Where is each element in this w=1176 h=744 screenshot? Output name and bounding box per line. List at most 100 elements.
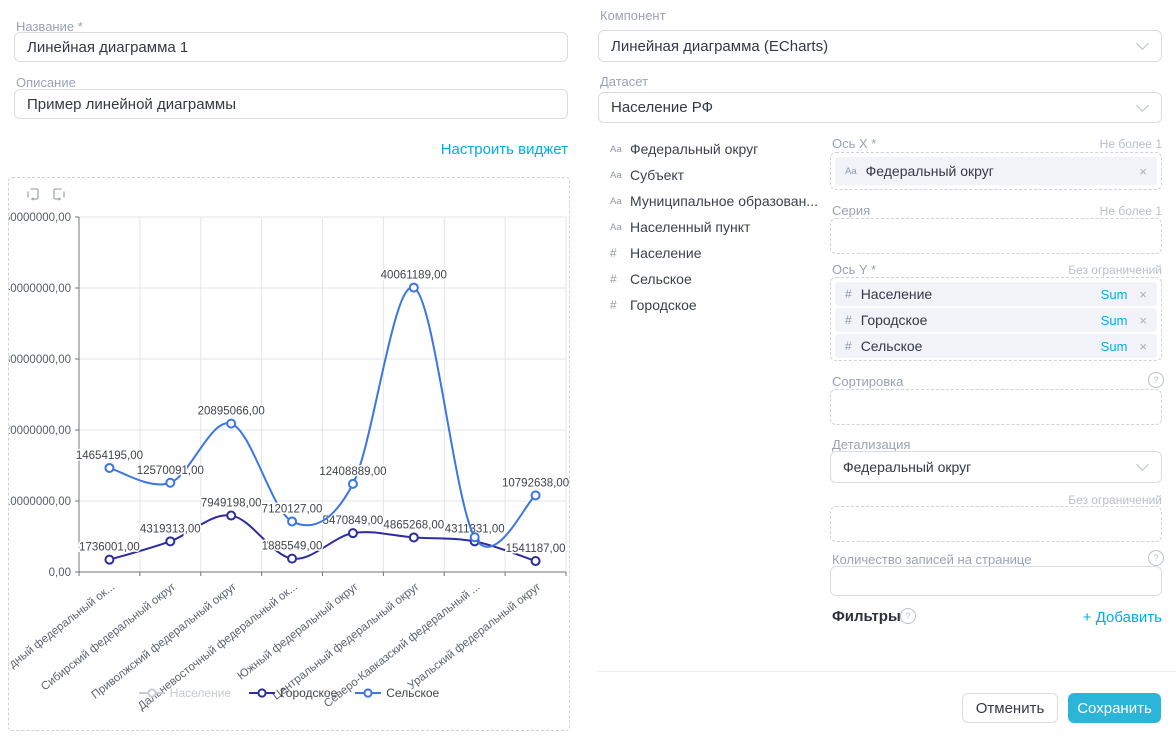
legend-item[interactable]: Население	[139, 686, 231, 700]
page-size-help-icon: ?	[1148, 550, 1164, 566]
svg-text:12408889,00: 12408889,00	[319, 466, 386, 478]
detail-dropzone[interactable]	[830, 506, 1162, 542]
detail-label: Детализация	[832, 437, 910, 452]
x-axis-limit: Не более 1	[830, 137, 1162, 151]
add-filter-link[interactable]: + Добавить	[830, 609, 1162, 626]
svg-text:10792638,00: 10792638,00	[502, 477, 569, 489]
chevron-down-icon	[1136, 99, 1149, 112]
line-chart: 0,0010000000,0020000000,0030000000,00400…	[9, 178, 569, 730]
svg-text:1885549,00: 1885549,00	[262, 541, 323, 553]
number-field-icon: #	[610, 298, 630, 312]
aggregation-selector[interactable]: Sum	[1101, 287, 1128, 302]
aggregation-selector[interactable]: Sum	[1101, 339, 1128, 354]
y-axis-limit: Без ограничений	[830, 263, 1162, 277]
svg-text:1736001,00: 1736001,00	[79, 542, 140, 554]
field-name: Сельское	[630, 271, 692, 287]
legend-item[interactable]: Сельское	[355, 686, 439, 700]
legend-item[interactable]: Городское	[249, 686, 337, 700]
dataset-field-item[interactable]: AaФедеральный округ	[598, 136, 823, 162]
svg-text:4319313,00: 4319313,00	[140, 523, 201, 535]
legend-line-icon	[139, 688, 165, 698]
dataset-field-item[interactable]: AaНаселенный пункт	[598, 214, 823, 240]
svg-text:14654195,00: 14654195,00	[76, 450, 143, 462]
svg-text:5470849,00: 5470849,00	[323, 515, 384, 527]
dataset-field-item[interactable]: AaСубъект	[598, 162, 823, 188]
configure-widget-link[interactable]: Настроить виджет	[14, 141, 568, 158]
component-value: Линейная диаграмма (ECharts)	[611, 38, 828, 55]
chip-remove-icon[interactable]: ×	[1139, 164, 1147, 179]
dataset-label: Датасет	[600, 74, 648, 89]
field-name: Федеральный округ	[630, 141, 758, 157]
svg-text:0,00: 0,00	[49, 567, 71, 579]
x-axis-label: Уральский федеральный округ	[406, 581, 544, 692]
chip-label: Население	[861, 286, 933, 302]
svg-text:10000000,00: 10000000,00	[9, 496, 71, 508]
text-field-icon: Aa	[610, 222, 630, 233]
field-name: Население	[630, 245, 702, 261]
text-field-icon: Aa	[610, 196, 630, 207]
text-field-icon: Aa	[610, 144, 630, 155]
field-chip[interactable]: # Сельское Sum ×	[835, 334, 1157, 358]
field-name: Населенный пункт	[630, 219, 750, 235]
number-field-icon: #	[845, 339, 852, 353]
footer-divider	[598, 671, 1176, 672]
field-name: Субъект	[630, 167, 684, 183]
svg-text:20895066,00: 20895066,00	[198, 406, 265, 418]
component-select[interactable]: Линейная диаграмма (ECharts)	[598, 30, 1162, 62]
detail-value: Федеральный округ	[843, 459, 971, 475]
x-axis-dropzone[interactable]: AaФедеральный округ×	[830, 152, 1162, 190]
y-axis-dropzone[interactable]: # Население Sum × # Городское Sum × # Сельское Sum…	[830, 277, 1162, 361]
chip-remove-icon[interactable]: ×	[1139, 313, 1147, 328]
chip-label: Сельское	[861, 338, 923, 354]
name-input[interactable]	[14, 32, 568, 62]
series-dropzone[interactable]	[830, 218, 1162, 254]
x-axis-label: Южный федеральный округ	[235, 581, 360, 683]
field-chip[interactable]: # Городское Sum ×	[835, 308, 1157, 332]
description-input[interactable]	[14, 89, 568, 119]
page-size-input[interactable]	[830, 566, 1162, 596]
number-field-icon: #	[610, 272, 630, 286]
svg-text:30000000,00: 30000000,00	[9, 354, 71, 366]
sorting-help-icon: ?	[1148, 372, 1164, 388]
svg-text:7120127,00: 7120127,00	[262, 503, 323, 515]
chip-remove-icon[interactable]: ×	[1139, 339, 1147, 354]
page-root: { "accent": {"link_color": "#00ade8", "b…	[0, 0, 1176, 744]
number-field-icon: #	[610, 246, 630, 260]
dataset-value: Население РФ	[611, 99, 713, 116]
chart-panel: 0,0010000000,0020000000,0030000000,00400…	[8, 177, 570, 731]
dataset-field-item[interactable]: #Городское	[598, 292, 823, 318]
cancel-button[interactable]: Отменить	[962, 693, 1058, 723]
chip-label: Городское	[861, 312, 928, 328]
field-chip[interactable]: # Население Sum ×	[835, 282, 1157, 306]
field-name: Муниципальное образован...	[630, 193, 818, 209]
chevron-down-icon	[1136, 37, 1149, 50]
number-field-icon: #	[845, 287, 852, 301]
field-chip[interactable]: AaФедеральный округ×	[835, 157, 1157, 185]
component-label: Компонент	[600, 8, 666, 23]
chart-legend: Население Городское Сельское	[9, 686, 569, 700]
dataset-field-item[interactable]: #Сельское	[598, 266, 823, 292]
chip-label: Федеральный округ	[866, 163, 994, 179]
svg-text:50000000,00: 50000000,00	[9, 212, 71, 224]
dataset-select[interactable]: Население РФ	[598, 92, 1162, 123]
svg-text:1541187,00: 1541187,00	[506, 543, 566, 555]
text-field-icon: Aa	[610, 170, 630, 181]
description-label: Описание	[16, 75, 76, 90]
legend-line-icon	[355, 688, 381, 698]
svg-text:7949198,00: 7949198,00	[201, 498, 262, 510]
detail-select[interactable]: Федеральный округ	[830, 451, 1162, 483]
x-axis-label: дный федеральный ок...	[9, 581, 117, 671]
detail-limit: Без ограничений	[830, 493, 1162, 507]
chip-remove-icon[interactable]: ×	[1139, 287, 1147, 302]
dataset-field-item[interactable]: #Население	[598, 240, 823, 266]
svg-text:20000000,00: 20000000,00	[9, 425, 71, 437]
dataset-field-item[interactable]: AaМуниципальное образован...	[598, 188, 823, 214]
svg-text:12570091,00: 12570091,00	[137, 465, 204, 477]
sorting-dropzone[interactable]	[830, 389, 1162, 425]
legend-line-icon	[249, 688, 275, 698]
save-button[interactable]: Сохранить	[1068, 693, 1161, 723]
legend-label: Сельское	[386, 686, 439, 700]
sorting-label: Сортировка	[832, 374, 903, 389]
aggregation-selector[interactable]: Sum	[1101, 313, 1128, 328]
number-field-icon: #	[845, 313, 852, 327]
